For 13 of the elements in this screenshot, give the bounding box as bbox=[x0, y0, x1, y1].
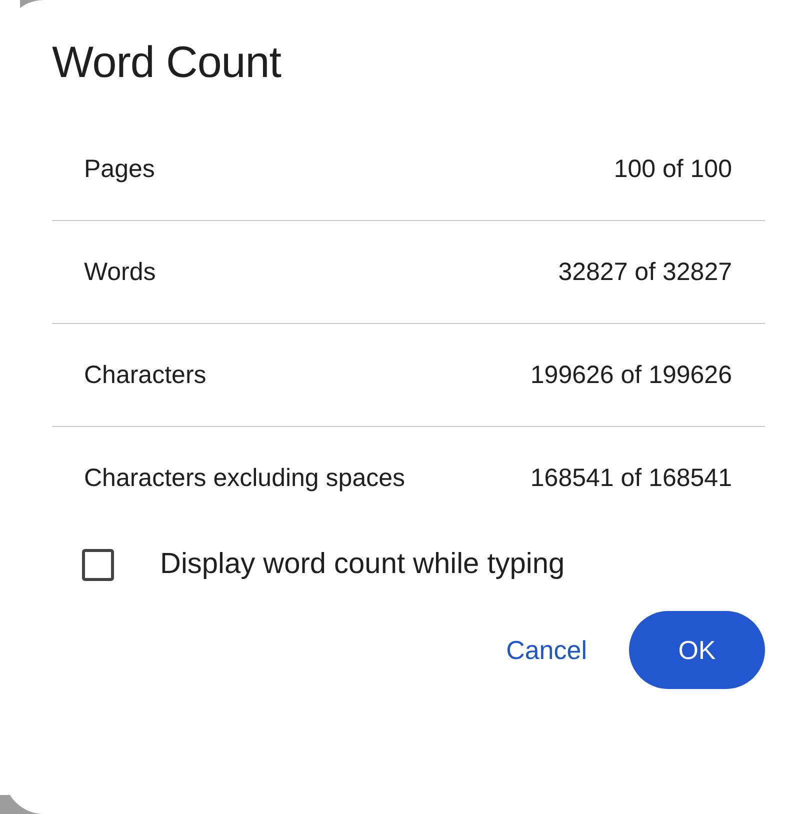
stat-label: Words bbox=[84, 258, 156, 286]
stat-label: Characters excluding spaces bbox=[84, 464, 405, 493]
cancel-button[interactable]: Cancel bbox=[504, 611, 589, 689]
stat-value: 199626 of 199626 bbox=[530, 360, 732, 390]
ok-button[interactable]: OK bbox=[629, 611, 765, 689]
stat-label: Characters bbox=[84, 360, 206, 390]
checkbox-label[interactable]: Display word count while typing bbox=[160, 548, 565, 581]
stat-value: 168541 of 168541 bbox=[530, 464, 732, 493]
stat-label: Pages bbox=[84, 154, 155, 184]
stat-value: 100 of 100 bbox=[614, 154, 732, 184]
dialog-title: Word Count bbox=[52, 38, 282, 88]
checkbox[interactable] bbox=[82, 548, 114, 580]
stat-value: 32827 of 32827 bbox=[558, 258, 732, 286]
